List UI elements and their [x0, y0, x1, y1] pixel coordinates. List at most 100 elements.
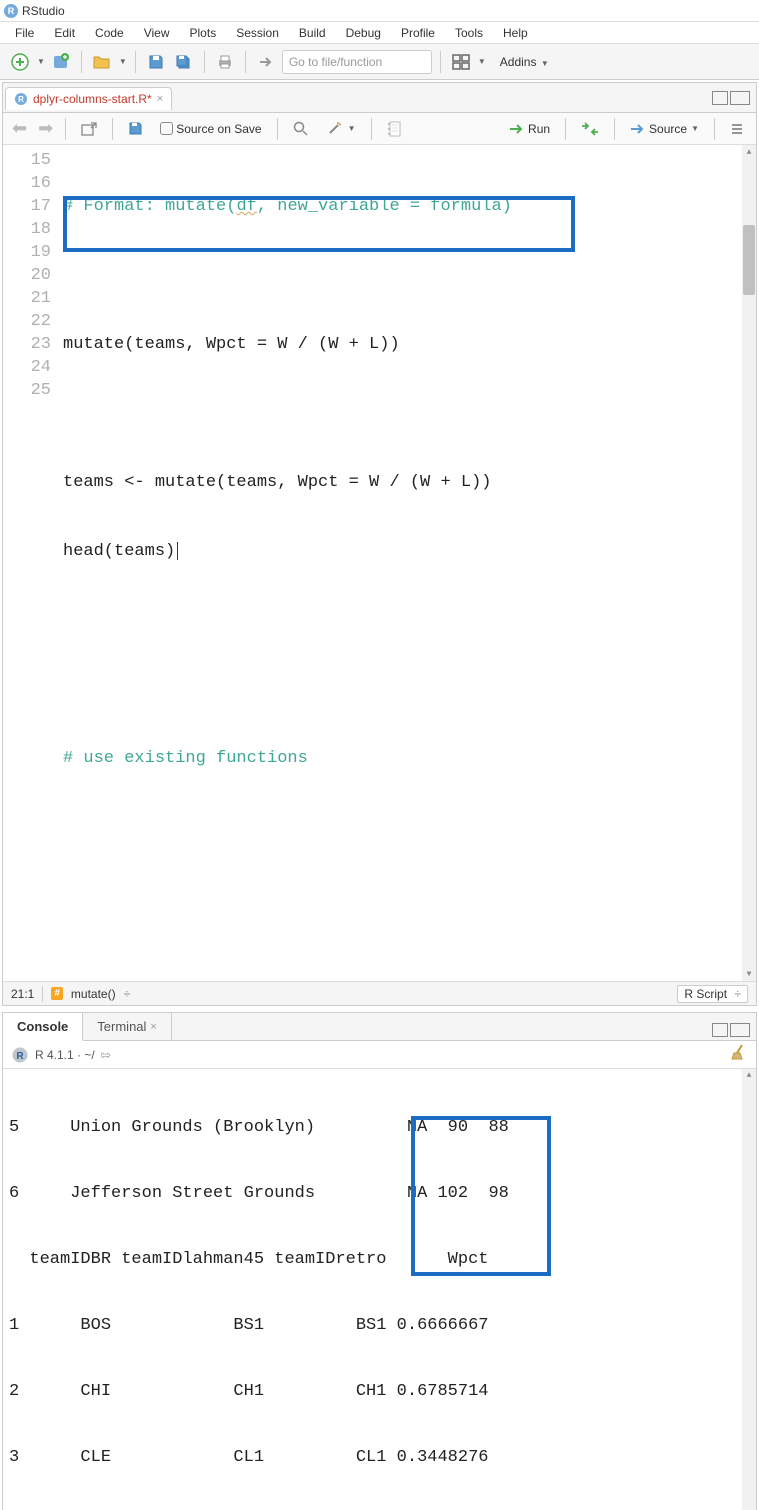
- panes-dropdown[interactable]: ▼: [478, 57, 486, 66]
- console-cwd-expand[interactable]: ⇰: [101, 1048, 111, 1062]
- find-replace-button[interactable]: [287, 118, 315, 140]
- scrollbar-up-icon[interactable]: ▲: [742, 145, 756, 159]
- scrollbar-thumb[interactable]: [743, 225, 755, 295]
- notebook-icon: [387, 121, 402, 137]
- source-on-save-toggle[interactable]: Source on Save: [154, 119, 267, 139]
- tab-console-label: Console: [17, 1019, 68, 1034]
- chevron-down-icon: ▼: [691, 124, 699, 133]
- line-number: 24: [3, 356, 51, 379]
- minimize-pane-icon[interactable]: [712, 91, 728, 105]
- menu-profile[interactable]: Profile: [392, 24, 444, 42]
- code-text: # Format: mutate(: [63, 197, 236, 216]
- menu-edit[interactable]: Edit: [45, 24, 84, 42]
- file-function-search[interactable]: Go to file/function: [282, 50, 432, 74]
- open-file-dropdown[interactable]: ▼: [119, 57, 127, 66]
- r-language-icon: R: [11, 1046, 29, 1064]
- menu-code[interactable]: Code: [86, 24, 133, 42]
- code-line-blank: [63, 402, 742, 425]
- menu-bar: File Edit Code View Plots Session Build …: [0, 22, 759, 44]
- code-line-blank: [63, 678, 742, 701]
- new-project-button[interactable]: [49, 50, 73, 74]
- nav-forward-button[interactable]: ➡: [35, 118, 56, 139]
- menu-help[interactable]: Help: [494, 24, 537, 42]
- code-tools-button[interactable]: ▼: [320, 118, 362, 140]
- code-text: mutate(teams, Wpct = W / (W + L)): [63, 335, 400, 354]
- console-output[interactable]: 5 Union Grounds (Brooklyn) NA 90 88 6 Je…: [3, 1069, 756, 1510]
- workspace-panes-button[interactable]: [449, 50, 473, 74]
- floppy-disk-icon: [128, 121, 143, 136]
- tab-console[interactable]: Console: [3, 1013, 83, 1041]
- menu-file[interactable]: File: [6, 24, 43, 42]
- menu-tools[interactable]: Tools: [446, 24, 492, 42]
- divider: [112, 118, 113, 140]
- code-line-blank: [63, 816, 742, 839]
- menu-plots[interactable]: Plots: [181, 24, 226, 42]
- open-file-button[interactable]: [90, 50, 114, 74]
- maximize-pane-icon[interactable]: [730, 1023, 750, 1037]
- line-number: 19: [3, 241, 51, 264]
- current-scope: mutate(): [71, 987, 116, 1001]
- close-tab-button[interactable]: ×: [157, 93, 163, 105]
- console-scrollbar[interactable]: ▲ ▼: [742, 1069, 756, 1510]
- editor-scrollbar[interactable]: ▲ ▼: [742, 145, 756, 981]
- save-file-button[interactable]: [122, 118, 149, 139]
- line-number: 20: [3, 264, 51, 287]
- console-line: 1 BOS BS1 BS1 0.6666667: [9, 1315, 750, 1337]
- menu-build[interactable]: Build: [290, 24, 335, 42]
- divider: [204, 51, 205, 73]
- menu-debug[interactable]: Debug: [337, 24, 390, 42]
- divider: [371, 118, 372, 140]
- save-all-button[interactable]: [172, 50, 196, 74]
- addins-label-text: Addins: [500, 55, 537, 69]
- line-number: 18: [3, 218, 51, 241]
- magic-wand-icon: [326, 121, 344, 137]
- main-toolbar: ▼ ▼: [0, 44, 759, 80]
- scrollbar-up-icon[interactable]: ▲: [742, 1069, 756, 1083]
- scope-nav-updown[interactable]: ÷: [124, 987, 131, 1001]
- run-label: Run: [528, 122, 550, 136]
- popout-icon: [81, 122, 97, 136]
- title-bar: R RStudio: [0, 0, 759, 22]
- line-number-gutter: 15 16 17 18 19 20 21 22 23 24 25: [3, 145, 63, 981]
- re-run-icon: [581, 122, 599, 136]
- console-line: 2 CHI CH1 CH1 0.6785714: [9, 1381, 750, 1403]
- menu-view[interactable]: View: [135, 24, 179, 42]
- app-title: RStudio: [22, 4, 65, 18]
- run-button[interactable]: Run: [503, 119, 556, 139]
- print-button[interactable]: [213, 50, 237, 74]
- magnifier-icon: [293, 121, 309, 137]
- menu-session[interactable]: Session: [227, 24, 288, 42]
- compile-report-button[interactable]: [381, 118, 408, 140]
- nav-back-button[interactable]: ⬅: [9, 118, 30, 139]
- source-script-button[interactable]: Source ▼: [624, 119, 705, 139]
- code-text: head(teams): [63, 542, 175, 561]
- text-cursor-icon: [177, 542, 178, 560]
- document-type-picker[interactable]: R Script ÷: [677, 985, 748, 1003]
- chevron-down-icon: ▼: [348, 124, 356, 133]
- file-tab-name: dplyr-columns-start.R*: [33, 92, 152, 106]
- addins-menu[interactable]: Addins ▼: [494, 53, 555, 71]
- show-in-new-window-button[interactable]: [75, 119, 103, 139]
- minimize-pane-icon[interactable]: [712, 1023, 728, 1037]
- new-file-dropdown[interactable]: ▼: [37, 57, 45, 66]
- maximize-pane-icon[interactable]: [730, 91, 750, 105]
- new-file-button[interactable]: [8, 50, 32, 74]
- console-line: teamIDBR teamIDlahman45 teamIDretro Wpct: [9, 1249, 750, 1271]
- tab-terminal[interactable]: Terminal ×: [83, 1013, 172, 1040]
- code-text: df: [236, 197, 256, 216]
- printer-icon: [216, 54, 234, 70]
- close-terminal-icon[interactable]: ×: [150, 1021, 156, 1033]
- code-editor[interactable]: 15 16 17 18 19 20 21 22 23 24 25 # Forma…: [3, 145, 756, 981]
- file-tab[interactable]: R dplyr-columns-start.R* ×: [5, 87, 172, 110]
- outline-toggle-button[interactable]: [724, 119, 750, 139]
- console-line: 3 CLE CL1 CL1 0.3448276: [9, 1447, 750, 1469]
- go-to-button[interactable]: [254, 50, 278, 74]
- project-plus-icon: [52, 53, 70, 71]
- save-button[interactable]: [144, 50, 168, 74]
- line-number: 23: [3, 333, 51, 356]
- source-arrow-icon: [630, 123, 646, 135]
- code-text-area[interactable]: # Format: mutate(df, new_variable = form…: [63, 145, 742, 981]
- clear-console-button[interactable]: [730, 1043, 748, 1066]
- scrollbar-down-icon[interactable]: ▼: [742, 967, 756, 981]
- rerun-button[interactable]: [575, 119, 605, 139]
